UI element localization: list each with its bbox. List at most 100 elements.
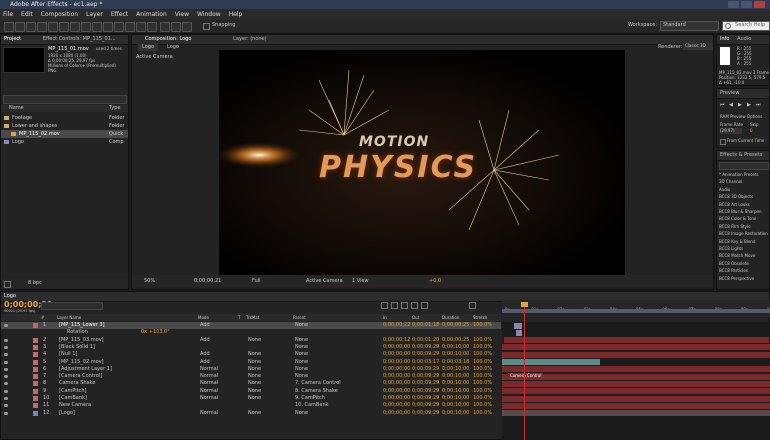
layer-name[interactable]: [MP_115_03.mov] [59, 337, 104, 344]
frame-rate-select[interactable]: (29.97) [720, 128, 742, 134]
column-in[interactable]: In [383, 314, 387, 321]
layer-mode[interactable]: Normal [200, 410, 218, 417]
layer-name[interactable]: Camera Shake [59, 380, 95, 387]
effects-category[interactable]: 3D Channel [719, 178, 770, 185]
pan-behind-tool-icon[interactable] [59, 22, 69, 32]
effects-category[interactable]: BCC8 Color & Tone [719, 215, 770, 222]
visibility-eye-icon[interactable] [4, 338, 8, 342]
table-row[interactable]: 11 New Camera 10. CamBank 0;00;00;00 0;00;09… [1, 402, 501, 409]
maximize-button[interactable] [741, 1, 752, 8]
first-frame-icon[interactable]: ⏮ [720, 102, 725, 108]
tab-effects-presets[interactable]: Effects & Presets [717, 151, 769, 161]
project-search-input[interactable] [3, 95, 127, 104]
visibility-eye-icon[interactable] [4, 345, 8, 349]
effects-category[interactable]: Audio [719, 186, 770, 193]
layer-label-color[interactable] [33, 359, 38, 365]
layer-parent[interactable]: None [295, 410, 308, 417]
layer-label-color[interactable] [33, 388, 38, 394]
menu-composition[interactable]: Composition [41, 11, 78, 18]
table-row[interactable]: 5 [MP_115_02.mov] Add None None 0;00;00;00 0;0… [1, 359, 501, 366]
tab-timeline-logo[interactable]: Logo [4, 293, 16, 299]
table-row[interactable]: 6 [Adjustment Layer 1] Normal None None 0;00;… [1, 366, 501, 373]
layer-name[interactable]: [CamBank] [59, 395, 87, 402]
column-layer-name[interactable]: Layer Name [57, 314, 81, 321]
roto-brush-icon[interactable] [136, 22, 146, 32]
column-name[interactable]: Name [9, 105, 24, 112]
layer-name[interactable]: [Camera Control] [59, 373, 102, 380]
view-layout-select[interactable]: 1 View [352, 275, 369, 287]
camera-select[interactable]: Active Camera [306, 275, 343, 287]
track-area[interactable]: Camera Control [502, 322, 770, 440]
layer-parent[interactable]: None [295, 373, 308, 380]
menu-layer[interactable]: Layer [86, 11, 103, 18]
layer-parent[interactable]: None [295, 359, 308, 366]
graph-editor-icon[interactable] [469, 302, 476, 309]
layer-name[interactable]: New Camera [59, 402, 91, 409]
layer-trkmat[interactable]: None [248, 359, 261, 366]
layer-name[interactable]: [MP_115_Lower 3] [59, 322, 105, 329]
type-tool-icon[interactable] [92, 22, 102, 32]
current-time-display[interactable]: 0;00;00;21 [194, 275, 221, 287]
layer-label-color[interactable] [33, 337, 38, 343]
layer-mode[interactable]: Normal [200, 388, 218, 395]
effects-category[interactable]: BCC8 Lights [719, 245, 770, 252]
magnification-select[interactable]: 50% [144, 275, 155, 287]
puppet-tool-icon[interactable] [147, 22, 157, 32]
layer-name[interactable]: [Logo] [59, 410, 75, 417]
from-current-time-checkbox[interactable] [720, 139, 726, 145]
layer-label-color[interactable] [33, 323, 38, 328]
layer-name[interactable]: [MP_115_02.mov] [59, 359, 104, 366]
effects-category[interactable]: BCC8 Blur & Sharpen [719, 208, 770, 215]
list-item[interactable]: Logo Comp [1, 138, 128, 146]
visibility-eye-icon[interactable] [4, 397, 8, 400]
clone-tool-icon[interactable] [114, 22, 124, 32]
layer-label-color[interactable] [33, 396, 38, 401]
resolution-select[interactable]: Full [252, 275, 261, 287]
layer-label-color[interactable] [33, 352, 38, 358]
comp-mini-flowchart-icon[interactable] [381, 302, 388, 309]
property-row[interactable]: Rotation 0x +103.0° [1, 329, 501, 336]
layer-name[interactable]: [Null 1] [59, 351, 77, 358]
effects-category[interactable]: * Animation Presets [719, 171, 770, 178]
layer-parent[interactable]: 7. Camera Control [295, 380, 341, 387]
zoom-tool-icon[interactable] [26, 22, 36, 32]
layer-duration-bar[interactable] [502, 388, 770, 395]
world-axis-icon[interactable] [171, 22, 181, 32]
layer-mode[interactable]: Add [200, 337, 210, 344]
layer-mode[interactable]: Normal [200, 395, 218, 402]
work-area-bar[interactable] [502, 309, 770, 313]
last-frame-icon[interactable]: ⏭ [756, 102, 761, 108]
layer-mode[interactable]: Add [200, 359, 210, 366]
effects-category[interactable]: BCC8 Particles [719, 267, 770, 274]
hand-tool-icon[interactable] [15, 22, 25, 32]
mask-tool-icon[interactable] [70, 22, 80, 32]
breadcrumb-logo-2[interactable]: Logo [167, 44, 179, 51]
layer-mode[interactable]: Normal [200, 366, 218, 373]
visibility-eye-icon[interactable] [4, 324, 8, 327]
snapping-checkbox[interactable] [203, 23, 210, 30]
column-stretch[interactable]: Stretch [473, 314, 487, 321]
layer-trkmat[interactable]: None [248, 395, 261, 402]
layer-parent[interactable]: None [295, 351, 308, 358]
visibility-eye-icon[interactable] [4, 404, 8, 408]
layer-duration-bar[interactable] [502, 395, 770, 402]
close-button[interactable] [754, 1, 765, 8]
layer-duration-bar[interactable] [502, 380, 770, 387]
draft-3d-icon[interactable] [391, 302, 398, 309]
layer-trkmat[interactable]: None [248, 366, 261, 373]
tab-preview[interactable]: Preview [717, 89, 769, 99]
menu-file[interactable]: File [3, 11, 13, 18]
visibility-eye-icon[interactable] [4, 389, 8, 393]
layer-duration-bar[interactable] [502, 344, 770, 351]
table-row[interactable]: 3 [Black Solid 1] None 0;00;00;00 0;00;09;29… [1, 344, 501, 351]
column-parent[interactable]: Parent [293, 314, 306, 321]
layer-trkmat[interactable]: None [248, 388, 261, 395]
visibility-eye-icon[interactable] [4, 353, 8, 357]
layer-trkmat[interactable]: None [248, 373, 261, 380]
renderer-select[interactable]: Classic 3D [683, 43, 713, 50]
layer-mode[interactable]: Add [200, 351, 210, 358]
tab-project[interactable]: Project [4, 36, 21, 42]
column-trkmat[interactable]: TrkMat [246, 314, 259, 321]
column-number[interactable]: # [41, 314, 44, 321]
ram-preview-options[interactable]: RAM Preview Options [720, 114, 762, 119]
